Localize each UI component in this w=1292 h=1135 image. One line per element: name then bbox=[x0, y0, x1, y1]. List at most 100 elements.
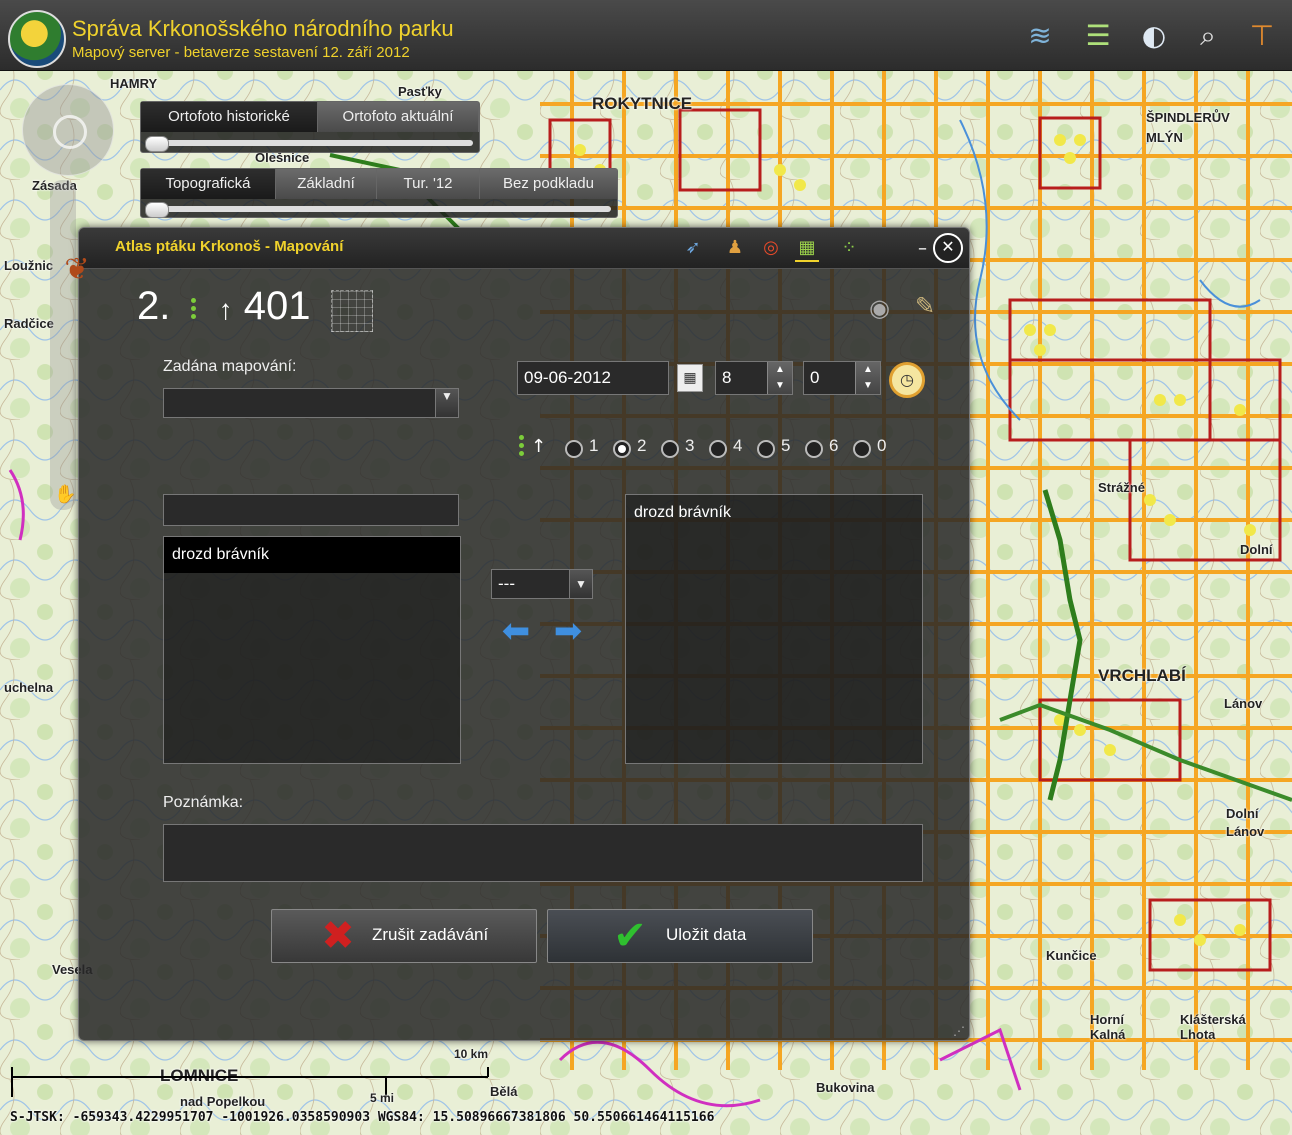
tab-zakladni[interactable]: Základní bbox=[276, 169, 377, 199]
hour-value: 8 bbox=[722, 368, 732, 387]
move-left-button[interactable]: ⬅ bbox=[497, 614, 535, 648]
map-label-bukovina: Bukovina bbox=[816, 1080, 875, 1095]
map-label-vrchlabi: VRCHLABÍ bbox=[1098, 666, 1186, 685]
map-label-bela: Bělá bbox=[490, 1084, 518, 1099]
signpost-icon[interactable]: ⊤ bbox=[1244, 18, 1280, 54]
search-icon[interactable]: ⌕ bbox=[1190, 18, 1226, 54]
hand-tool-icon[interactable]: ✋ bbox=[54, 484, 76, 506]
radio-label-5: 5 bbox=[781, 436, 791, 455]
cancel-label: Zrušit zadávání bbox=[372, 925, 489, 944]
tab-tur-12[interactable]: Tur. '12 bbox=[377, 169, 480, 199]
map-label-mlyn: MLÝN bbox=[1146, 130, 1183, 145]
radio-1[interactable] bbox=[565, 440, 583, 458]
species-filter-input[interactable] bbox=[163, 494, 459, 526]
bird-tool-icon[interactable]: ➶ bbox=[681, 236, 705, 260]
chevron-down-icon[interactable]: ▼ bbox=[435, 389, 458, 417]
radio-label-2: 2 bbox=[637, 436, 647, 455]
ortho-slider-knob[interactable] bbox=[145, 136, 169, 152]
base-slider-knob[interactable] bbox=[145, 202, 169, 218]
date-value: 09-06-2012 bbox=[524, 368, 611, 387]
minute-stepper[interactable]: 0 ▲ ▼ bbox=[803, 361, 881, 395]
map-label-rokytnice: ROKYTNICE bbox=[592, 94, 693, 113]
species-list[interactable]: drozd brávník bbox=[163, 536, 461, 764]
radio-3[interactable] bbox=[661, 440, 679, 458]
ortho-opacity-slider[interactable] bbox=[147, 140, 473, 146]
app-header: Správa Krkonošského národního parku Mapo… bbox=[0, 0, 1292, 71]
dialog-titlebar[interactable]: Atlas ptáku Krkonoš - Mapování ➶ ♟ ◎ ▦ ⁘… bbox=[79, 228, 969, 269]
pan-center[interactable] bbox=[53, 115, 87, 149]
pan-control[interactable] bbox=[22, 84, 114, 176]
radio-5[interactable] bbox=[757, 440, 775, 458]
eye-icon[interactable]: ◉ bbox=[869, 294, 890, 322]
map-label-kuncice: Kunčice bbox=[1046, 948, 1097, 963]
map-label-louznice: Loužnic bbox=[4, 258, 54, 273]
app-title: Správa Krkonošského národního parku bbox=[72, 16, 454, 41]
grid-square-icon bbox=[331, 290, 373, 332]
counter-arrow: ↑ bbox=[218, 294, 233, 325]
ortho-layer-switch: Ortofoto historické Ortofoto aktuální bbox=[140, 101, 480, 153]
selected-species-list[interactable]: drozd brávník bbox=[625, 494, 923, 764]
radio-4[interactable] bbox=[709, 440, 727, 458]
mapping-dialog: Atlas ptáku Krkonoš - Mapování ➶ ♟ ◎ ▦ ⁘… bbox=[64, 227, 970, 1041]
map-label-lanov-2: Lánov bbox=[1226, 824, 1265, 839]
tab-ortho-historic[interactable]: Ortofoto historické bbox=[141, 102, 318, 132]
arrow-up-icon: ↑ bbox=[531, 436, 547, 457]
radio-6[interactable] bbox=[805, 440, 823, 458]
resize-grip-icon[interactable]: ⋰ bbox=[953, 1024, 965, 1038]
radio-2[interactable] bbox=[613, 440, 631, 458]
user-icon[interactable]: ♟ bbox=[723, 236, 747, 260]
tab-bez-podkladu[interactable]: Bez podkladu bbox=[480, 169, 617, 199]
move-right-button[interactable]: ➡ bbox=[549, 614, 587, 648]
legend-icon[interactable]: ☰ bbox=[1080, 18, 1116, 54]
quantity-select[interactable]: --- ▼ bbox=[491, 569, 593, 599]
map-label-pasky: Pasťky bbox=[398, 84, 442, 99]
hour-spin[interactable]: ▲ ▼ bbox=[767, 362, 792, 394]
map-sheet-icon[interactable]: ▦ bbox=[795, 236, 819, 262]
minute-spin[interactable]: ▲ ▼ bbox=[855, 362, 880, 394]
counter-square-id: 401 bbox=[243, 284, 311, 328]
note-label: Poznámka: bbox=[163, 794, 244, 811]
radio-label-4: 4 bbox=[733, 436, 743, 455]
assigned-mapping-label: Zadána mapování: bbox=[163, 358, 297, 375]
zoom-bar[interactable] bbox=[50, 180, 76, 510]
date-field[interactable]: 09-06-2012 bbox=[517, 361, 669, 395]
note-field[interactable] bbox=[163, 824, 923, 882]
chevron-down-icon[interactable]: ▼ bbox=[569, 570, 592, 598]
save-button[interactable]: ✔ Uložit data bbox=[547, 909, 813, 963]
scale-km-label: 10 km bbox=[454, 1047, 489, 1061]
scale-graphic bbox=[11, 1067, 489, 1097]
app-subtitle: Mapový server - betaverze sestavení 12. … bbox=[72, 44, 410, 61]
close-button[interactable]: ✕ bbox=[933, 233, 963, 263]
radio-label-6: 6 bbox=[829, 436, 839, 455]
map-label-spindleruv: ŠPINDLERŮV bbox=[1146, 110, 1230, 125]
radio-label-0: 0 bbox=[877, 436, 887, 455]
clock-icon[interactable]: ◷ bbox=[889, 362, 925, 398]
help-lifebuoy-icon[interactable]: ◎ bbox=[759, 236, 783, 260]
green-dots-icon bbox=[519, 432, 525, 459]
minute-value: 0 bbox=[810, 368, 820, 387]
tab-ortho-current[interactable]: Ortofoto aktuální bbox=[318, 102, 479, 132]
points-icon[interactable]: ⁘ bbox=[837, 236, 861, 260]
cancel-button[interactable]: ✖ Zrušit zadávání bbox=[271, 909, 537, 963]
save-label: Uložit data bbox=[666, 925, 747, 944]
quantity-value: --- bbox=[498, 574, 515, 593]
dialog-title: Atlas ptáku Krkonoš - Mapování bbox=[115, 238, 344, 255]
radio-0[interactable] bbox=[853, 440, 871, 458]
base-opacity-slider[interactable] bbox=[147, 206, 611, 212]
bird-logo-icon: ❦ bbox=[64, 252, 90, 287]
hour-stepper[interactable]: 8 ▲ ▼ bbox=[715, 361, 793, 395]
assigned-mapping-select[interactable]: ▼ bbox=[163, 388, 459, 418]
map-label-strazne: Strážné bbox=[1098, 480, 1145, 495]
coordinates-readout: S-JTSK: -659343.4229951707 -1001926.0358… bbox=[10, 1110, 715, 1125]
tab-topograficka[interactable]: Topografická bbox=[141, 169, 276, 199]
calendar-icon[interactable]: ▦ bbox=[677, 364, 703, 392]
minimize-button[interactable]: – bbox=[918, 238, 927, 259]
globe-icon[interactable]: ◐ bbox=[1136, 18, 1172, 54]
map-label-lanov: Lánov bbox=[1224, 696, 1263, 711]
list-item[interactable]: drozd brávník bbox=[164, 537, 460, 573]
list-item[interactable]: drozd brávník bbox=[626, 495, 922, 531]
green-dots-icon bbox=[191, 295, 197, 322]
layers-icon[interactable]: ≋ bbox=[1022, 18, 1058, 54]
pencil-icon[interactable]: ✎ bbox=[915, 292, 935, 320]
base-layer-switch: Topografická Základní Tur. '12 Bez podkl… bbox=[140, 168, 618, 218]
